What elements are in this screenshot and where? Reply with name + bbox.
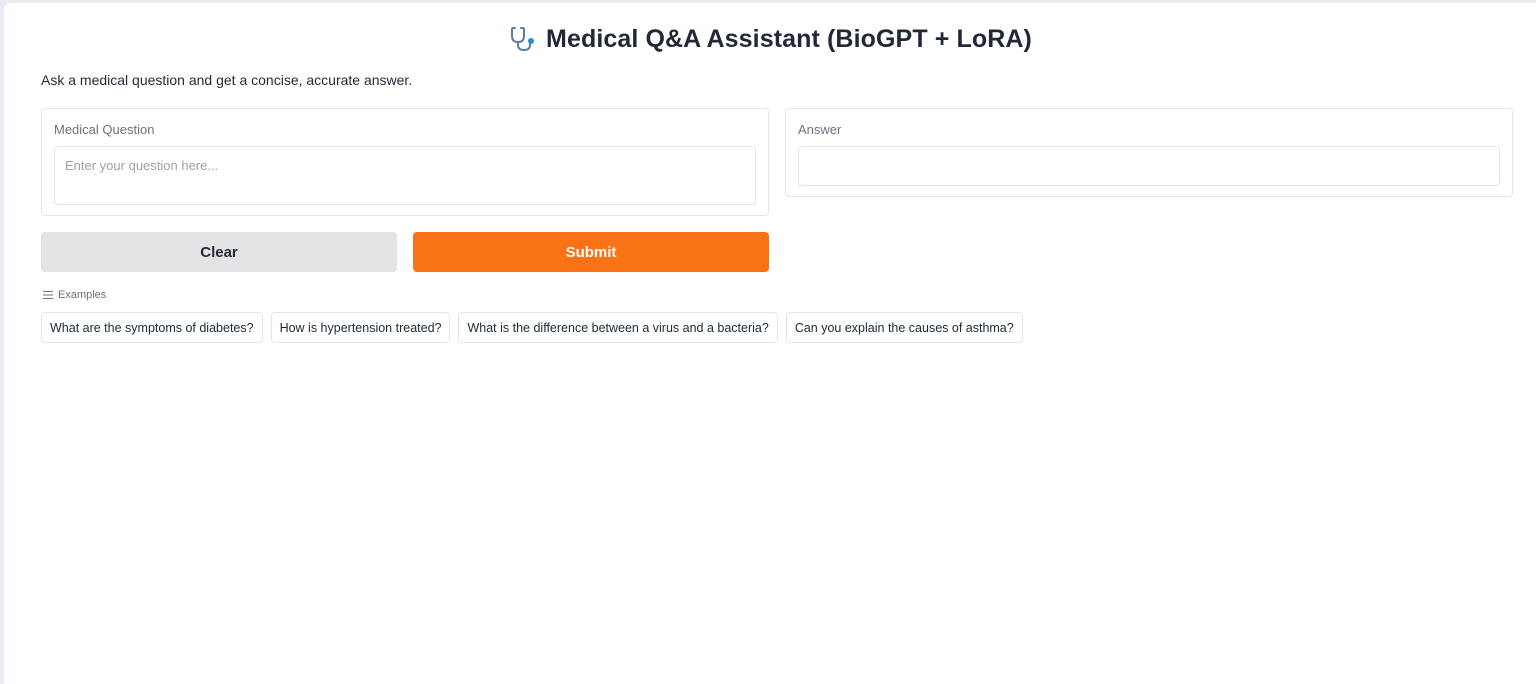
examples-label: Examples bbox=[58, 289, 107, 301]
question-input[interactable] bbox=[54, 146, 756, 205]
example-button[interactable]: What are the symptoms of diabetes? bbox=[41, 312, 263, 343]
submit-button[interactable]: Submit bbox=[413, 232, 769, 272]
example-button[interactable]: What is the difference between a virus a… bbox=[458, 312, 778, 343]
page-description: Ask a medical question and get a concise… bbox=[41, 72, 413, 88]
header: Medical Q&A Assistant (BioGPT + LoRA) bbox=[4, 21, 1536, 57]
answer-output[interactable] bbox=[798, 146, 1500, 186]
question-label: Medical Question bbox=[54, 122, 155, 137]
app-container: Medical Q&A Assistant (BioGPT + LoRA) As… bbox=[4, 3, 1536, 684]
answer-label: Answer bbox=[798, 122, 842, 137]
list-icon bbox=[43, 290, 53, 300]
examples-list: What are the symptoms of diabetes? How i… bbox=[41, 312, 1023, 343]
example-button[interactable]: How is hypertension treated? bbox=[270, 312, 451, 343]
question-panel: Medical Question bbox=[41, 108, 769, 216]
stethoscope-icon bbox=[508, 24, 538, 54]
answer-panel: Answer bbox=[785, 108, 1513, 197]
example-button[interactable]: Can you explain the causes of asthma? bbox=[785, 312, 1023, 343]
page-title: Medical Q&A Assistant (BioGPT + LoRA) bbox=[546, 24, 1032, 53]
examples-header: Examples bbox=[43, 289, 106, 301]
clear-button[interactable]: Clear bbox=[41, 232, 397, 272]
